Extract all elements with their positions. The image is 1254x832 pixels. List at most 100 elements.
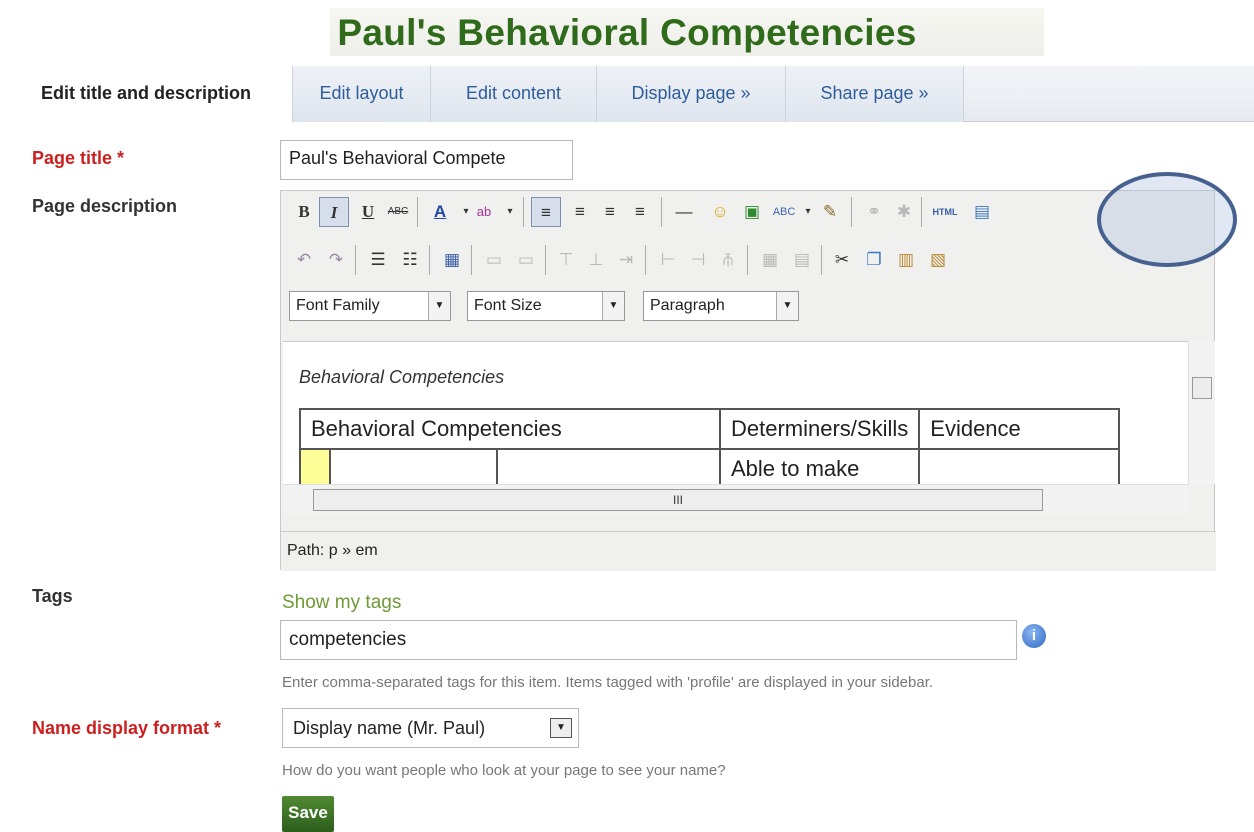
- row-properties-icon[interactable]: ▭: [479, 245, 509, 275]
- table-cell: [496, 448, 721, 484]
- insert-column-after-icon[interactable]: ⊣: [683, 245, 713, 275]
- highlight-dropdown-icon[interactable]: ▾: [495, 197, 525, 227]
- font-size-value: Font Size: [474, 297, 542, 314]
- align-center-button[interactable]: ≡: [565, 197, 595, 227]
- tags-label: Tags: [32, 586, 73, 606]
- italic-button[interactable]: I: [319, 197, 349, 227]
- chevron-down-icon: ▼: [776, 292, 798, 320]
- toolbar-separator: [429, 245, 430, 275]
- underline-button[interactable]: U: [353, 197, 383, 227]
- save-button[interactable]: Save: [282, 796, 334, 832]
- page-title-input[interactable]: Paul's Behavioral Compete: [280, 140, 573, 180]
- name-display-format-select[interactable]: Display name (Mr. Paul) ▼: [282, 708, 579, 748]
- name-format-help-text: How do you want people who look at your …: [282, 762, 726, 779]
- page-title-label: Page title *: [32, 148, 125, 168]
- cut-icon[interactable]: ✂: [827, 245, 857, 275]
- toolbar-row-1: B I U ABC A ▾ ab ▾ ≡ ≡ ≡ ≡ — ☺ ▣ ABC ▾ ✎…: [281, 197, 1216, 237]
- table-cell: [298, 448, 332, 484]
- content-paragraph: Behavioral Competencies: [299, 367, 505, 387]
- bullet-list-icon[interactable]: ☰: [363, 245, 393, 275]
- paste-from-word-icon[interactable]: ▧: [923, 245, 953, 275]
- chevron-down-icon: ▼: [602, 292, 624, 320]
- cell-properties-icon[interactable]: ▭: [511, 245, 541, 275]
- tab-edit-layout[interactable]: Edit layout: [293, 66, 431, 122]
- strikethrough-button[interactable]: ABC: [383, 197, 413, 227]
- path-bar: Path: p » em: [281, 531, 1216, 571]
- tags-input[interactable]: competencies: [280, 620, 1017, 660]
- bold-button[interactable]: B: [289, 197, 319, 227]
- table-row: Behavioral Competencies Determiners/Skil…: [299, 408, 1121, 450]
- toolbar-separator: [851, 197, 852, 227]
- content-table: Behavioral Competencies Determiners/Skil…: [298, 408, 1121, 484]
- insert-row-before-icon[interactable]: ⊤: [551, 245, 581, 275]
- fullscreen-icon[interactable]: ▤: [967, 197, 997, 227]
- emoticon-icon[interactable]: ☺: [705, 197, 735, 227]
- font-family-select[interactable]: Font Family ▼: [289, 291, 451, 321]
- cleanup-brush-icon[interactable]: ✎: [815, 197, 845, 227]
- link-icon[interactable]: ⚭: [859, 197, 889, 227]
- toolbar-separator: [821, 245, 822, 275]
- format-value: Paragraph: [650, 297, 725, 314]
- html-source-button[interactable]: HTML: [927, 197, 963, 227]
- redo-icon[interactable]: ↷: [321, 245, 351, 275]
- toolbar-row-2: ↶ ↷ ☰ ☷ ▦ ▭ ▭ ⊤ ⊥ ⇥ ⊢ ⊣ ⫚ ▦ ▤ ✂ ❐ ▥ ▧: [281, 245, 1216, 285]
- toolbar-separator: [645, 245, 646, 275]
- delete-column-icon[interactable]: ⫚: [713, 245, 743, 275]
- table-row: Able to make: [298, 448, 1121, 484]
- show-my-tags-link[interactable]: Show my tags: [282, 592, 401, 614]
- rich-text-editor: B I U ABC A ▾ ab ▾ ≡ ≡ ≡ ≡ — ☺ ▣ ABC ▾ ✎…: [280, 190, 1216, 571]
- insert-column-before-icon[interactable]: ⊢: [653, 245, 683, 275]
- undo-icon[interactable]: ↶: [289, 245, 319, 275]
- info-icon[interactable]: i: [1022, 624, 1046, 648]
- table-header-cell: Determiners/Skills: [718, 408, 921, 450]
- merge-cells-icon[interactable]: ▤: [787, 245, 817, 275]
- font-size-select[interactable]: Font Size ▼: [467, 291, 625, 321]
- delete-row-icon[interactable]: ⇥: [611, 245, 641, 275]
- toolbar-separator: [355, 245, 356, 275]
- tab-share-page[interactable]: Share page »: [786, 66, 964, 122]
- numbered-list-icon[interactable]: ☷: [395, 245, 425, 275]
- tab-edit-title-description[interactable]: Edit title and description: [0, 66, 293, 123]
- toolbar-separator: [471, 245, 472, 275]
- image-icon[interactable]: ▣: [737, 197, 767, 227]
- name-display-format-label: Name display format *: [32, 718, 222, 738]
- copy-icon[interactable]: ❐: [859, 245, 889, 275]
- toolbar-separator: [921, 197, 922, 227]
- chevron-down-icon: ▼: [428, 292, 450, 320]
- toolbar-separator: [523, 197, 524, 227]
- table-cell: Able to make: [718, 448, 921, 484]
- toolbar-separator: [747, 245, 748, 275]
- tab-bar: Edit title and description Edit layout E…: [0, 66, 1254, 123]
- page-title: Paul's Behavioral Competencies: [337, 12, 917, 53]
- toolbar-separator: [661, 197, 662, 227]
- table-cell: [329, 448, 499, 484]
- tab-display-page[interactable]: Display page »: [597, 66, 786, 122]
- scrollbar-thumb[interactable]: III: [313, 489, 1043, 511]
- align-left-button[interactable]: ≡: [531, 197, 561, 227]
- table-header-cell: Behavioral Competencies: [299, 408, 721, 450]
- toolbar-separator: [545, 245, 546, 275]
- horizontal-scrollbar[interactable]: III: [283, 484, 1188, 514]
- font-family-value: Font Family: [296, 297, 380, 314]
- page-header: Paul's Behavioral Competencies: [0, 0, 1254, 62]
- editor-content-area[interactable]: Behavioral Competencies Behavioral Compe…: [283, 341, 1188, 484]
- align-justify-button[interactable]: ≡: [625, 197, 655, 227]
- horizontal-rule-button[interactable]: —: [669, 197, 699, 227]
- format-select[interactable]: Paragraph ▼: [643, 291, 799, 321]
- tab-edit-content[interactable]: Edit content: [431, 66, 597, 122]
- name-display-format-value: Display name (Mr. Paul): [293, 718, 486, 738]
- unlink-icon[interactable]: ✱: [889, 197, 919, 227]
- table-cell: [918, 448, 1121, 484]
- toolbar-separator: [417, 197, 418, 227]
- tags-help-text: Enter comma-separated tags for this item…: [282, 674, 934, 691]
- align-right-button[interactable]: ≡: [595, 197, 625, 227]
- paste-icon[interactable]: ▥: [891, 245, 921, 275]
- vertical-scrollbar[interactable]: [1188, 341, 1215, 484]
- insert-row-after-icon[interactable]: ⊥: [581, 245, 611, 275]
- table-header-cell: Evidence: [918, 408, 1121, 450]
- edit-table-icon[interactable]: ▦: [437, 245, 467, 275]
- scrollbar-thumb[interactable]: [1192, 377, 1212, 399]
- chevron-down-icon: ▼: [550, 718, 572, 738]
- split-cells-icon[interactable]: ▦: [755, 245, 785, 275]
- page-description-label: Page description: [32, 196, 178, 216]
